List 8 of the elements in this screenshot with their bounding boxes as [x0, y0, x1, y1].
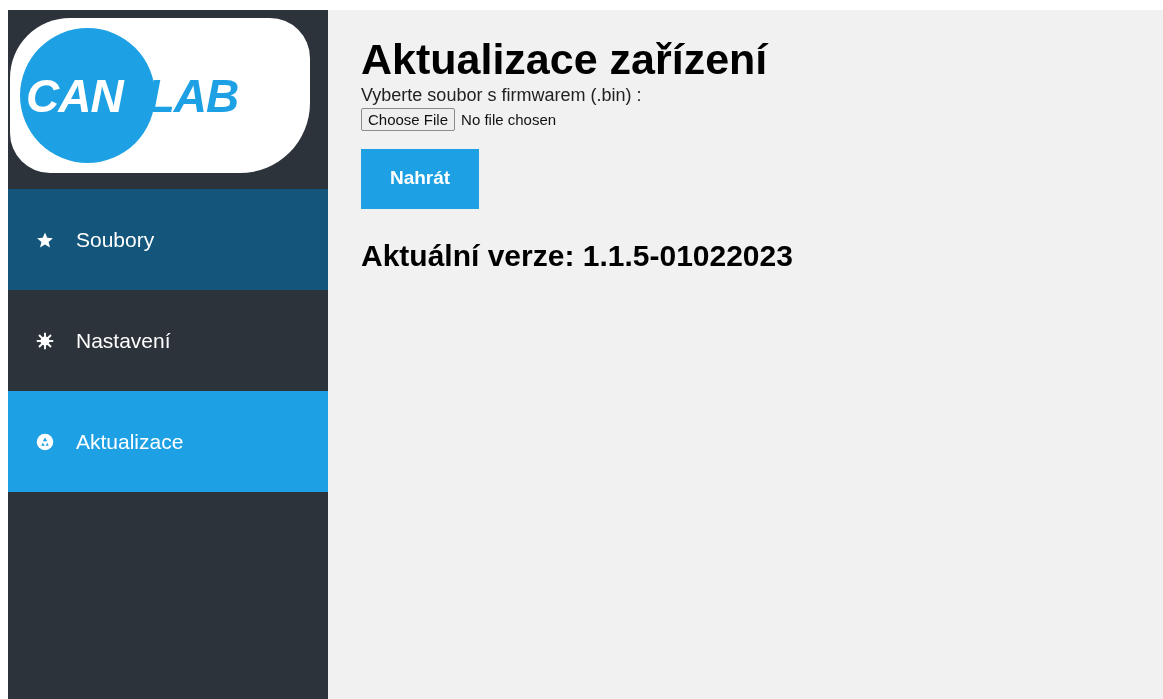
- file-label: Vyberte soubor s firmwarem (.bin) :: [361, 85, 643, 106]
- recycle-icon: [36, 432, 54, 451]
- file-status: No file chosen: [461, 111, 557, 128]
- version-text: Aktuální verze: 1.1.5-01022023: [361, 239, 794, 273]
- page-title: Aktualizace zařízení: [361, 38, 770, 81]
- choose-file-button[interactable]: Choose File: [361, 108, 456, 131]
- sidebar-item[interactable]: Soubory: [8, 189, 328, 290]
- sun-icon: [36, 331, 54, 350]
